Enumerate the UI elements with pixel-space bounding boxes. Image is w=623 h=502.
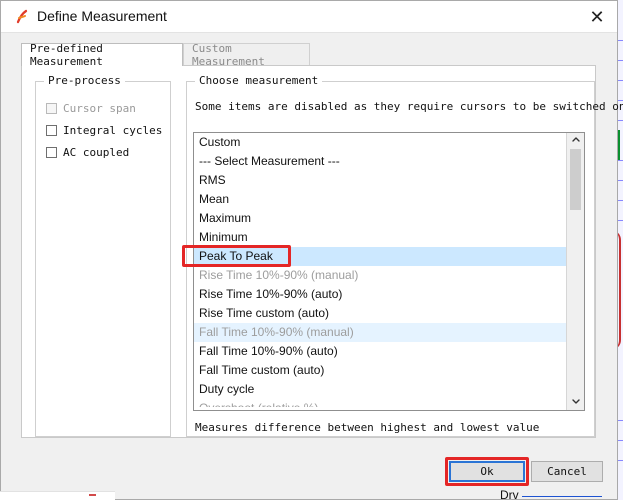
list-item[interactable]: Custom [194, 133, 567, 152]
list-item[interactable]: Rise Time custom (auto) [194, 304, 567, 323]
ok-button[interactable]: Ok [449, 461, 525, 482]
option-label: AC coupled [63, 146, 130, 159]
choose-measurement-group: Choose measurement Some items are disabl… [186, 74, 623, 437]
tab-custom-measurement[interactable]: Custom Measurement [183, 41, 310, 68]
list-item[interactable]: --- Select Measurement --- [194, 152, 567, 171]
define-measurement-dialog: Define Measurement ✕ Pre-defined Measure… [0, 0, 623, 500]
option-label: Cursor span [63, 102, 136, 115]
choose-group-label: Choose measurement [195, 74, 323, 87]
measurement-description: Measures difference between highest and … [195, 421, 540, 434]
measurement-listbox[interactable]: Custom --- Select Measurement --- RMS Me… [193, 132, 585, 411]
list-item-disabled: Rise Time 10%-90% (manual) [199, 268, 359, 282]
scroll-down-button[interactable] [567, 394, 584, 410]
preprocess-group-label: Pre-process [44, 74, 125, 87]
tab-predefined-measurement[interactable]: Pre-defined Measurement [21, 42, 183, 68]
checkbox-integral-cycles[interactable] [46, 125, 57, 136]
list-item[interactable]: Fall Time custom (auto) [194, 361, 567, 380]
chevron-up-icon [571, 135, 581, 148]
list-item[interactable]: Minimum [194, 228, 567, 247]
option-label: Integral cycles [63, 124, 163, 137]
measurement-list-items: Custom --- Select Measurement --- RMS Me… [194, 133, 567, 410]
tab-label: Pre-defined Measurement [30, 42, 103, 68]
window-title: Define Measurement [37, 8, 167, 24]
scroll-track[interactable] [569, 149, 582, 394]
choose-note: Some items are disabled as they require … [195, 100, 623, 113]
list-item-selected[interactable]: Peak To Peak [194, 247, 567, 266]
preprocess-group: Pre-process Cursor span Integral cycles … [35, 74, 171, 437]
ok-button-label: Ok [480, 465, 494, 478]
list-item[interactable]: Mean [194, 190, 567, 209]
close-icon: ✕ [589, 6, 605, 27]
cancel-button-label: Cancel [547, 465, 587, 478]
scroll-thumb[interactable] [570, 149, 581, 210]
background-bottom-edge [0, 491, 115, 500]
list-item[interactable]: RMS [194, 171, 567, 190]
checkbox-cursor-span[interactable] [46, 103, 57, 114]
list-item-disabled: Fall Time 10%-90% (manual) [194, 323, 567, 342]
list-item[interactable]: Rise Time 10%-90% (auto) [194, 285, 567, 304]
background-red-tick [89, 494, 96, 496]
list-scrollbar[interactable] [566, 133, 584, 410]
chevron-down-icon [571, 396, 581, 409]
close-button[interactable]: ✕ [587, 7, 607, 27]
option-cursor-span[interactable]: Cursor span [46, 102, 136, 115]
tab-panel: Pre-process Cursor span Integral cycles … [21, 65, 623, 438]
cancel-button[interactable]: Cancel [531, 461, 603, 482]
option-integral-cycles[interactable]: Integral cycles [46, 124, 162, 137]
tab-label: Custom Measurement [192, 41, 265, 68]
background-drv-underline [522, 496, 602, 497]
list-item-partial: Overshoot (relative %) [194, 399, 567, 407]
option-ac-coupled[interactable]: AC coupled [46, 146, 129, 159]
simetrix-app-icon [16, 9, 28, 24]
list-item[interactable]: Maximum [194, 209, 567, 228]
list-item[interactable]: Duty cycle [194, 380, 567, 399]
list-item[interactable]: Fall Time 10%-90% (auto) [194, 342, 567, 361]
title-bar: Define Measurement ✕ [1, 1, 617, 33]
checkbox-ac-coupled[interactable] [46, 147, 57, 158]
scroll-up-button[interactable] [567, 133, 584, 149]
